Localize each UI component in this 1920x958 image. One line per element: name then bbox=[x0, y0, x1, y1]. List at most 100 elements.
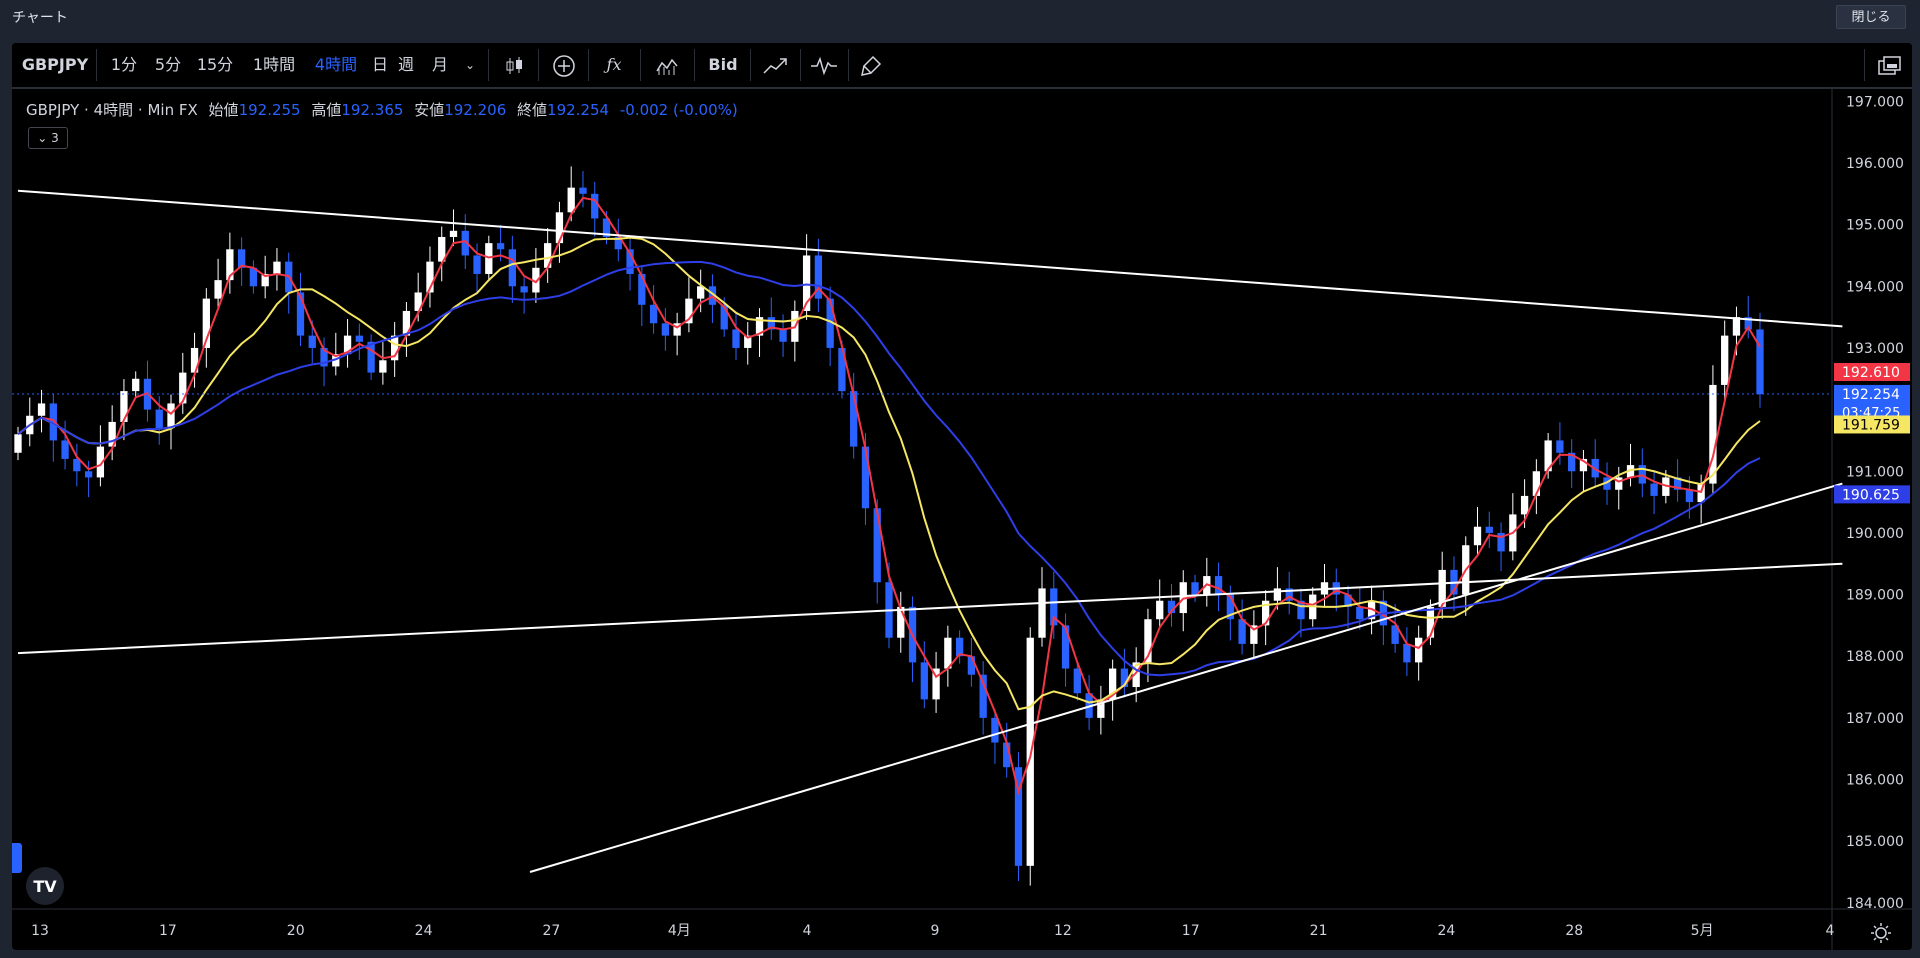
candles-icon[interactable] bbox=[500, 43, 528, 87]
time-tick-label: 13 bbox=[31, 923, 49, 939]
time-tick-label: 28 bbox=[1565, 923, 1583, 939]
candle-body bbox=[61, 440, 69, 459]
candle-body bbox=[273, 261, 281, 274]
candle-body bbox=[367, 341, 375, 373]
interval-1m[interactable]: 1分 bbox=[108, 43, 140, 87]
side-panel-handle[interactable] bbox=[12, 843, 22, 873]
candle-body bbox=[873, 508, 881, 583]
candle-body bbox=[1520, 495, 1529, 515]
candle-body bbox=[1156, 600, 1164, 620]
price-tick-label: 195.000 bbox=[1846, 218, 1904, 234]
candle-body bbox=[1214, 576, 1223, 595]
interval-15m[interactable]: 15分 bbox=[194, 43, 236, 87]
settings-gear-icon[interactable] bbox=[1870, 922, 1892, 944]
candle-body bbox=[508, 249, 517, 287]
time-tick-label: 21 bbox=[1310, 923, 1328, 939]
toolbar-divider bbox=[538, 49, 539, 81]
templates-icon[interactable] bbox=[652, 43, 682, 87]
time-tick-label: 20 bbox=[287, 923, 305, 939]
add-plus-icon[interactable] bbox=[550, 43, 578, 87]
trend-line bbox=[17, 562, 1843, 655]
chevron-down-icon[interactable]: ⌄ bbox=[460, 43, 480, 87]
candle-body bbox=[214, 280, 222, 299]
interval-5m[interactable]: 5分 bbox=[152, 43, 184, 87]
candle-body bbox=[167, 403, 175, 429]
candle-body bbox=[1485, 526, 1493, 533]
candle-body bbox=[591, 193, 599, 219]
candle-body bbox=[920, 662, 928, 700]
candle-body bbox=[638, 273, 646, 305]
price-tick-label: 184.000 bbox=[1846, 896, 1904, 912]
toolbar-divider bbox=[1864, 49, 1865, 81]
time-tick-label: 4 bbox=[1826, 923, 1835, 939]
close-button[interactable]: 閉じる bbox=[1836, 5, 1906, 29]
indicators-fx-icon[interactable]: ƒx bbox=[600, 43, 628, 87]
candle-body bbox=[1756, 329, 1764, 395]
candle-body bbox=[567, 187, 575, 213]
trend-line bbox=[529, 482, 1843, 873]
candle-body bbox=[1403, 643, 1411, 663]
window-title: チャート bbox=[12, 10, 68, 26]
candle-body bbox=[779, 329, 787, 342]
price-tick-label: 191.000 bbox=[1846, 464, 1904, 480]
candle-body bbox=[449, 230, 458, 237]
time-tick-label: 24 bbox=[415, 923, 433, 939]
price-chart[interactable]: 197.000 196.000 195.000 194.000 193.000 191.0… bbox=[12, 89, 1912, 950]
price-label-text: 192.254 bbox=[1842, 387, 1900, 403]
price-label-text: 190.625 bbox=[1842, 487, 1900, 503]
price-tick-label: 194.000 bbox=[1846, 279, 1904, 295]
candle-body bbox=[991, 717, 999, 743]
compare-icon[interactable] bbox=[760, 43, 790, 87]
interval-1h[interactable]: 1時間 bbox=[246, 43, 302, 87]
ma-short-line bbox=[17, 196, 1761, 796]
brush-icon[interactable] bbox=[856, 43, 886, 87]
price-tick-label: 193.000 bbox=[1846, 341, 1904, 357]
interval-month[interactable]: 月 bbox=[430, 43, 450, 87]
candle-body bbox=[473, 255, 481, 274]
candle-body bbox=[308, 335, 316, 348]
price-tick-label: 188.000 bbox=[1846, 649, 1904, 665]
price-tick-label: 196.000 bbox=[1846, 156, 1904, 172]
interval-4h[interactable]: 4時間 bbox=[308, 43, 364, 87]
toolbar-divider bbox=[800, 49, 801, 81]
price-tick-label: 186.000 bbox=[1846, 773, 1904, 789]
candle-body bbox=[120, 391, 128, 422]
symbol-button[interactable]: GBPJPY bbox=[20, 43, 90, 87]
bid-button[interactable]: Bid bbox=[706, 43, 740, 87]
candle-body bbox=[496, 243, 505, 250]
candle-body bbox=[1650, 483, 1658, 496]
candle-body bbox=[661, 323, 670, 336]
price-tick-label: 189.000 bbox=[1846, 588, 1904, 604]
candle-body bbox=[179, 372, 187, 404]
candle-body bbox=[1709, 384, 1717, 484]
toolbar-divider bbox=[694, 49, 695, 81]
candle-body bbox=[1415, 637, 1423, 663]
replay-icon[interactable] bbox=[808, 43, 840, 87]
candle-body bbox=[897, 606, 905, 638]
candle-body bbox=[1273, 588, 1282, 601]
candle-body bbox=[649, 304, 658, 324]
price-label-text: 192.610 bbox=[1842, 365, 1900, 381]
candle-body bbox=[1556, 440, 1564, 453]
time-tick-label: 24 bbox=[1438, 923, 1456, 939]
candle-body bbox=[967, 656, 976, 675]
svg-text:TV: TV bbox=[33, 877, 57, 896]
layout-windows-icon[interactable] bbox=[1874, 43, 1906, 87]
candle-body bbox=[1721, 335, 1729, 385]
candle-body bbox=[355, 335, 363, 342]
tradingview-logo: TV bbox=[26, 867, 64, 905]
time-tick-label: 27 bbox=[543, 923, 561, 939]
candle-body bbox=[37, 403, 46, 416]
interval-day[interactable]: 日 bbox=[370, 43, 390, 87]
candle-body bbox=[555, 212, 564, 244]
candle-body bbox=[155, 409, 163, 429]
time-tick-label: 12 bbox=[1054, 923, 1072, 939]
candle-body bbox=[1073, 668, 1081, 694]
time-tick-label: 4 bbox=[803, 923, 812, 939]
chart-frame: GBPJPY 1分 5分 15分 1時間 4時間 日 週 月 ⌄ ƒx Bid bbox=[12, 43, 1912, 950]
time-tick-label: 9 bbox=[931, 923, 940, 939]
price-tick-label: 190.000 bbox=[1846, 526, 1904, 542]
price-tick-label: 187.000 bbox=[1846, 711, 1904, 727]
interval-week[interactable]: 週 bbox=[396, 43, 416, 87]
time-tick-label: 4月 bbox=[668, 923, 691, 939]
